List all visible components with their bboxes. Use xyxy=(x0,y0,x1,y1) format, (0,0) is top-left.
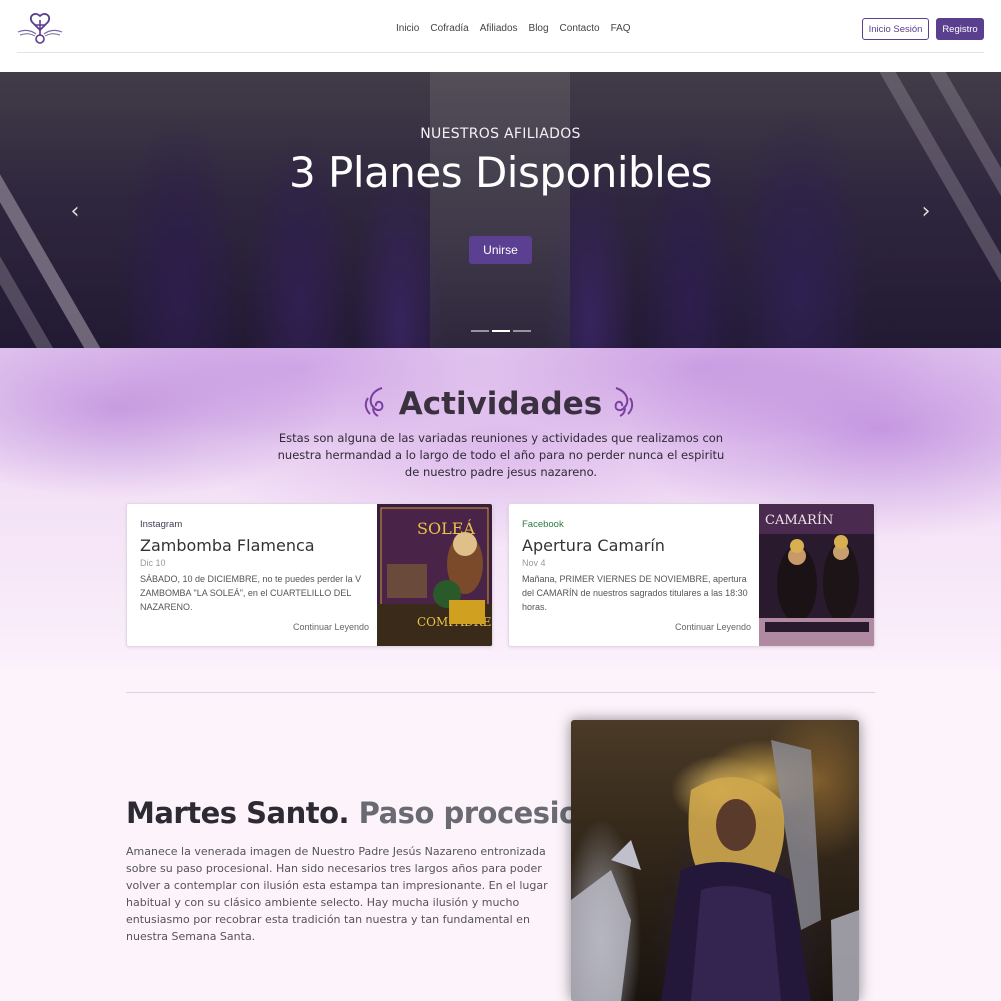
carousel-indicators xyxy=(471,330,531,332)
main-nav: Inicio Cofradía Afiliados Blog Contacto … xyxy=(396,23,642,34)
nav-link-contacto[interactable]: Contacto xyxy=(560,23,600,34)
card-source: Instagram xyxy=(140,519,183,530)
nav-link-faq[interactable]: FAQ xyxy=(611,23,631,34)
continue-reading-link[interactable]: Continuar Leyendo xyxy=(293,622,369,632)
nav-link-inicio[interactable]: Inicio xyxy=(396,23,419,34)
activity-card: Instagram Zambomba Flamenca Dic 10 SÁBAD… xyxy=(126,503,493,647)
carousel-indicator-3[interactable] xyxy=(513,330,531,332)
chevron-right-icon[interactable]: › xyxy=(917,196,935,226)
hero-overlay xyxy=(0,72,1001,348)
hero-kicker: NUESTROS AFILIADOS xyxy=(420,126,581,142)
navbar-divider xyxy=(17,52,984,53)
register-button[interactable]: Registro xyxy=(936,18,984,40)
zambomba-poster-image: SOLEÁ COMPADRES xyxy=(377,504,492,646)
join-button[interactable]: Unirse xyxy=(469,236,532,264)
nav-link-cofradia[interactable]: Cofradía xyxy=(430,23,468,34)
camarin-poster-image: CAMARÍN xyxy=(759,504,874,646)
card-text: Mañana, PRIMER VIERNES DE NOVIEMBRE, ape… xyxy=(522,574,748,612)
activities-description: Estas son alguna de las variadas reunion… xyxy=(277,431,725,479)
hero-title: 3 Planes Disponibles xyxy=(288,148,713,197)
carousel-indicator-1[interactable] xyxy=(471,330,489,332)
card-title: Zambomba Flamenca xyxy=(140,536,315,555)
feature-text: Amanece la venerada imagen de Nuestro Pa… xyxy=(126,845,548,943)
activity-card: Facebook Apertura Camarín Nov 4 Mañana, … xyxy=(508,503,875,647)
brotherhood-logo-icon[interactable] xyxy=(16,12,64,46)
svg-text:SOLEÁ: SOLEÁ xyxy=(417,518,475,538)
navbar: Inicio Cofradía Afiliados Blog Contacto … xyxy=(0,0,1001,72)
card-source: Facebook xyxy=(522,519,564,530)
procession-image xyxy=(571,720,859,1001)
activities-title: Actividades xyxy=(398,386,603,422)
continue-reading-link[interactable]: Continuar Leyendo xyxy=(675,622,751,632)
feature-heading-main: Martes Santo. xyxy=(126,796,350,830)
procession-illustration xyxy=(571,740,859,1001)
card-date: Dic 10 xyxy=(140,558,166,568)
card-title: Apertura Camarín xyxy=(522,536,665,555)
carousel-indicator-2[interactable] xyxy=(492,330,510,332)
card-date: Nov 4 xyxy=(522,558,546,568)
section-divider xyxy=(126,692,875,693)
hero-carousel: NUESTROS AFILIADOS 3 Planes Disponibles … xyxy=(0,72,1001,348)
flourish-icon xyxy=(610,384,638,420)
chevron-left-icon[interactable]: ‹ xyxy=(66,196,84,226)
feature-heading: Martes Santo. Paso procesional. xyxy=(126,796,638,830)
svg-text:CAMARÍN: CAMARÍN xyxy=(765,512,833,528)
card-text: SÁBADO, 10 de DICIEMBRE, no te puedes pe… xyxy=(140,574,362,612)
nav-link-afiliados[interactable]: Afiliados xyxy=(480,23,518,34)
login-button[interactable]: Inicio Sesión xyxy=(862,18,929,40)
nav-link-blog[interactable]: Blog xyxy=(529,23,549,34)
activities-section: Actividades Estas son alguna de las vari… xyxy=(0,348,1001,668)
